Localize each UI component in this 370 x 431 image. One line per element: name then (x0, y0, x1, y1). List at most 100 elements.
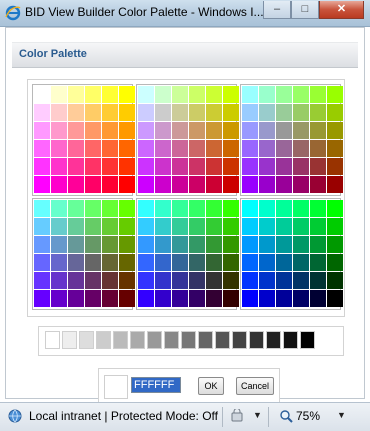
color-swatch[interactable] (223, 158, 239, 175)
color-swatch[interactable] (223, 104, 239, 121)
color-swatch[interactable] (310, 272, 326, 289)
color-swatch[interactable] (68, 140, 84, 157)
color-swatch[interactable] (259, 200, 275, 217)
color-swatch[interactable] (51, 218, 67, 235)
color-swatch[interactable] (293, 200, 309, 217)
color-swatch[interactable] (34, 176, 50, 193)
color-swatch[interactable] (223, 236, 239, 253)
color-swatch[interactable] (51, 122, 67, 139)
color-swatch[interactable] (259, 218, 275, 235)
color-swatch[interactable] (327, 272, 343, 289)
color-swatch[interactable] (102, 86, 118, 103)
color-swatch[interactable] (242, 236, 258, 253)
color-swatch[interactable] (51, 254, 67, 271)
color-swatch[interactable] (172, 272, 188, 289)
color-swatch[interactable] (276, 200, 292, 217)
color-swatch[interactable] (155, 86, 171, 103)
color-swatch[interactable] (155, 290, 171, 307)
color-swatch[interactable] (276, 290, 292, 307)
color-swatch[interactable] (102, 200, 118, 217)
color-swatch[interactable] (310, 86, 326, 103)
grayscale-swatch[interactable] (130, 331, 145, 349)
color-swatch[interactable] (155, 200, 171, 217)
color-swatch[interactable] (276, 176, 292, 193)
color-swatch[interactable] (85, 200, 101, 217)
color-swatch[interactable] (327, 236, 343, 253)
color-swatch[interactable] (34, 104, 50, 121)
protected-mode-icon[interactable] (231, 409, 247, 423)
color-swatch[interactable] (138, 122, 154, 139)
grayscale-swatch[interactable] (79, 331, 94, 349)
color-swatch[interactable] (34, 158, 50, 175)
color-swatch[interactable] (276, 86, 292, 103)
color-swatch[interactable] (242, 272, 258, 289)
color-swatch[interactable] (85, 254, 101, 271)
color-swatch[interactable] (310, 254, 326, 271)
color-swatch[interactable] (242, 122, 258, 139)
color-swatch[interactable] (259, 290, 275, 307)
color-swatch[interactable] (68, 104, 84, 121)
color-swatch[interactable] (189, 158, 205, 175)
color-swatch[interactable] (85, 122, 101, 139)
color-swatch[interactable] (293, 254, 309, 271)
color-swatch[interactable] (85, 272, 101, 289)
color-swatch[interactable] (138, 272, 154, 289)
color-swatch[interactable] (51, 272, 67, 289)
color-swatch[interactable] (85, 236, 101, 253)
color-swatch[interactable] (327, 218, 343, 235)
color-swatch[interactable] (68, 290, 84, 307)
color-swatch[interactable] (85, 290, 101, 307)
color-swatch[interactable] (259, 158, 275, 175)
color-swatch[interactable] (259, 254, 275, 271)
color-swatch[interactable] (68, 86, 84, 103)
color-swatch[interactable] (102, 104, 118, 121)
color-swatch[interactable] (102, 254, 118, 271)
zoom-icon[interactable] (279, 409, 293, 423)
color-swatch[interactable] (242, 104, 258, 121)
grayscale-swatch[interactable] (198, 331, 213, 349)
color-swatch[interactable] (189, 236, 205, 253)
color-swatch[interactable] (119, 104, 135, 121)
color-swatch[interactable] (189, 122, 205, 139)
zoom-level[interactable]: 75% (296, 409, 320, 423)
color-swatch[interactable] (189, 140, 205, 157)
color-swatch[interactable] (155, 236, 171, 253)
color-swatch[interactable] (189, 272, 205, 289)
color-swatch[interactable] (206, 236, 222, 253)
grayscale-swatch[interactable] (113, 331, 128, 349)
color-swatch[interactable] (34, 200, 50, 217)
color-swatch[interactable] (155, 272, 171, 289)
color-swatch[interactable] (206, 104, 222, 121)
chevron-down-icon[interactable]: ▼ (337, 410, 346, 420)
color-swatch[interactable] (276, 140, 292, 157)
color-swatch[interactable] (259, 272, 275, 289)
color-swatch[interactable] (276, 272, 292, 289)
color-swatch[interactable] (172, 254, 188, 271)
grayscale-swatch[interactable] (181, 331, 196, 349)
color-swatch[interactable] (119, 176, 135, 193)
color-swatch[interactable] (85, 140, 101, 157)
color-swatch[interactable] (327, 176, 343, 193)
grayscale-swatch[interactable] (283, 331, 298, 349)
color-swatch[interactable] (119, 254, 135, 271)
color-swatch[interactable] (242, 218, 258, 235)
color-swatch[interactable] (68, 176, 84, 193)
grayscale-swatch[interactable] (62, 331, 77, 349)
color-swatch[interactable] (206, 218, 222, 235)
color-swatch[interactable] (189, 200, 205, 217)
color-swatch[interactable] (242, 254, 258, 271)
grayscale-swatch[interactable] (266, 331, 281, 349)
color-swatch[interactable] (276, 218, 292, 235)
color-swatch[interactable] (189, 290, 205, 307)
color-swatch[interactable] (327, 200, 343, 217)
color-swatch[interactable] (138, 254, 154, 271)
color-swatch[interactable] (119, 272, 135, 289)
color-swatch[interactable] (172, 104, 188, 121)
color-swatch[interactable] (310, 218, 326, 235)
color-swatch[interactable] (138, 200, 154, 217)
color-swatch[interactable] (206, 200, 222, 217)
color-swatch[interactable] (138, 140, 154, 157)
color-swatch[interactable] (293, 104, 309, 121)
color-swatch[interactable] (102, 218, 118, 235)
grayscale-swatch[interactable] (215, 331, 230, 349)
